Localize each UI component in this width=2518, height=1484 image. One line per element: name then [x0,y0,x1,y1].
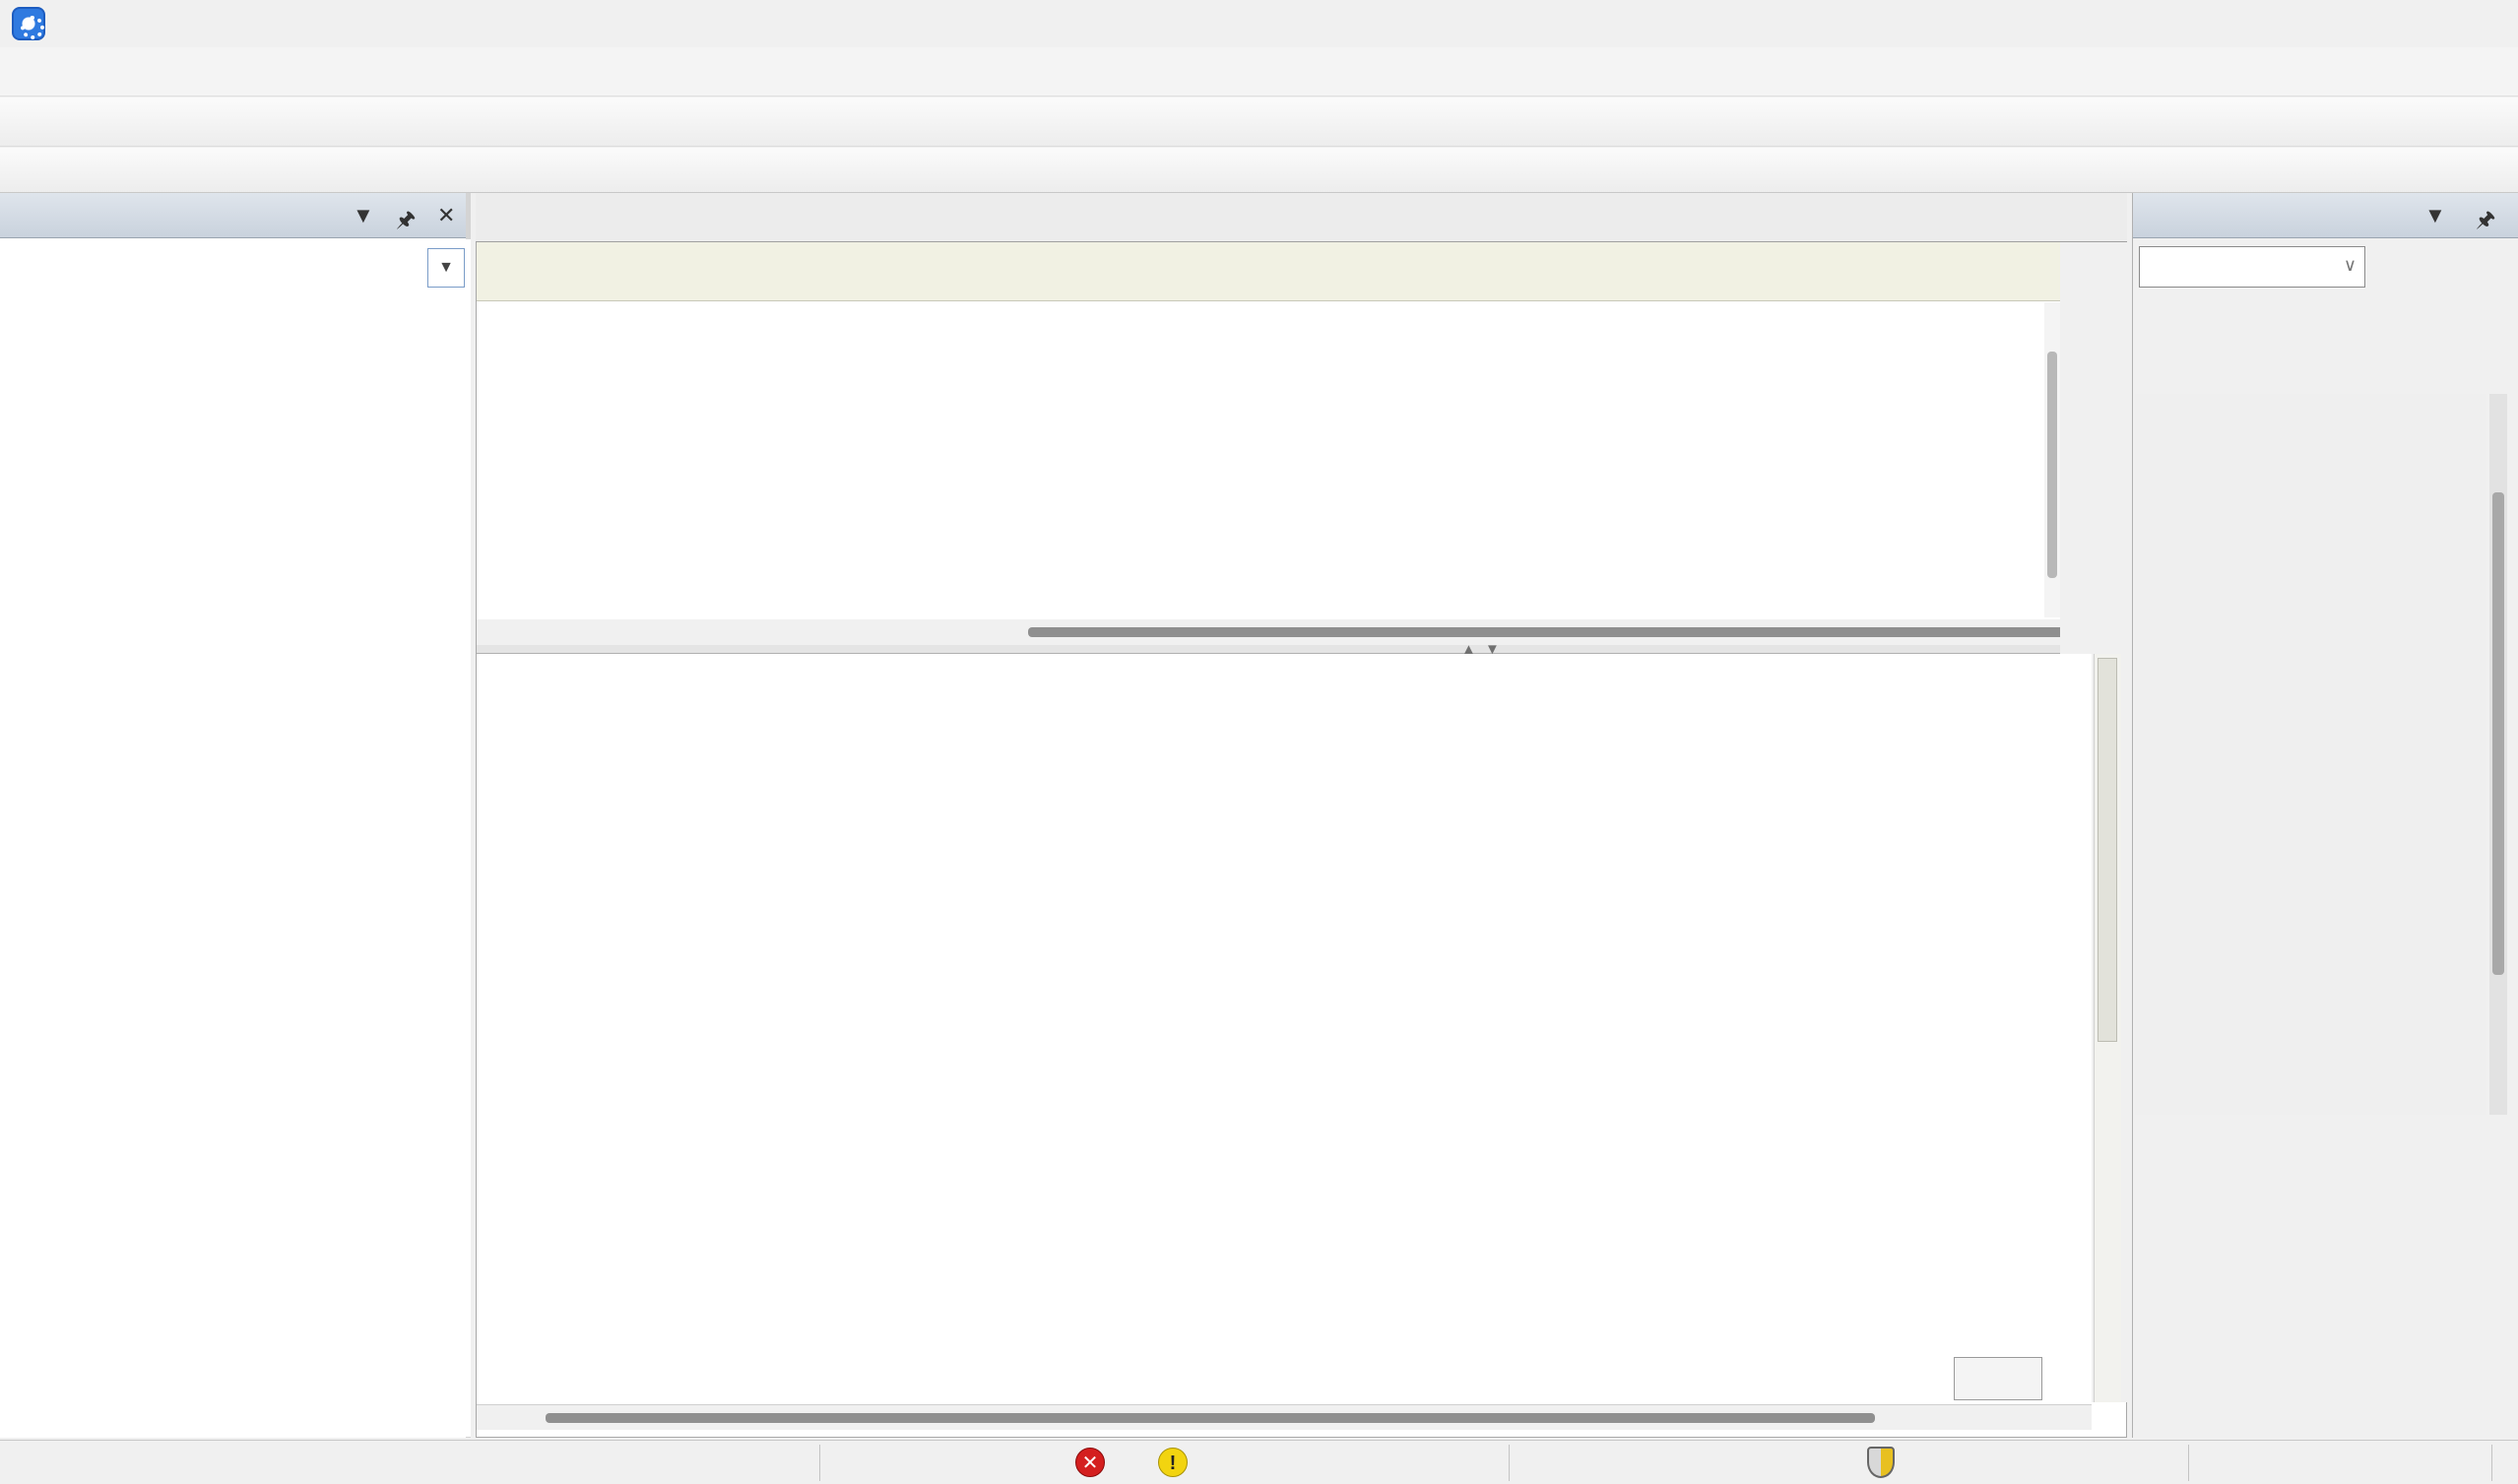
toolbox-pin-icon[interactable]: 🖈 [2476,203,2495,240]
device-tree [0,239,471,1437]
chevron-down-icon[interactable]: ∨ [2344,255,2357,276]
declaration-vscrollbar[interactable] [2044,302,2060,617]
toolbox-menu-icon[interactable]: ▼ [2424,203,2446,228]
security-shield-icon [1867,1447,1895,1478]
title-bar [0,0,2518,47]
toolbox-panel-header: ▼ 🖈 [2133,193,2518,238]
fbd-editor[interactable] [477,654,2092,1402]
panel-menu-icon[interactable]: ▼ [353,203,374,228]
devices-panel-header: ▼ 🖈 ✕ [0,193,466,238]
ld-fbd-toolbar [0,148,2518,193]
declaration-toolbar [477,242,2060,301]
warning-icon: ! [1158,1448,1188,1477]
declaration-hscrollbar[interactable] [477,619,2060,645]
toolbox-search-input[interactable]: ∨ [2139,246,2365,288]
toolbox-scrollbar[interactable] [2489,394,2507,1115]
menu-bar [0,47,2518,97]
main-toolbar [0,97,2518,147]
tree-dropdown-button[interactable]: ▼ [427,248,465,288]
toolbox-item-list [2135,394,2486,1115]
editor-splitter[interactable]: ▲ ▼ [477,645,2060,654]
devices-panel: ▼ 🖈 ✕ [0,193,471,1438]
pin-icon[interactable]: 🖈 [396,203,416,240]
fbd-hscrollbar[interactable] [477,1404,2092,1430]
close-panel-icon[interactable]: ✕ [437,203,455,228]
fbd-vscrollbar[interactable] [2094,654,2121,1402]
editor-tab-bar [476,193,2127,242]
restore-button[interactable] [2348,0,2403,45]
close-button[interactable] [2440,0,2495,45]
zoom-level-display[interactable] [1954,1357,2042,1400]
status-bar: ✕ ! [0,1440,2518,1484]
error-icon: ✕ [1075,1448,1105,1477]
declaration-table [477,301,2060,618]
app-logo-icon [12,7,45,40]
minimize-button[interactable] [2257,0,2312,45]
